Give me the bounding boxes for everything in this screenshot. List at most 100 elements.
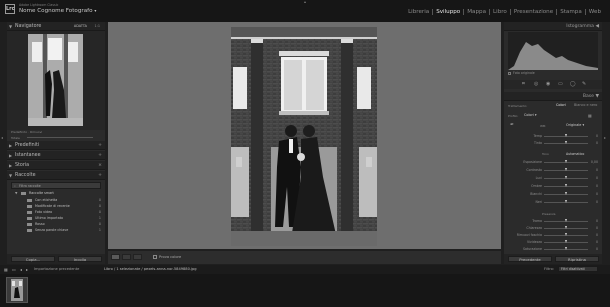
softproof-checkbox[interactable]: [153, 255, 157, 259]
add-icon[interactable]: +: [98, 143, 102, 148]
navigator-header[interactable]: ▼ Navigatore ADATTA 1:1: [7, 22, 105, 31]
slider-row[interactable]: Vividezza 0: [508, 240, 598, 245]
loupe-view-icon[interactable]: [111, 254, 120, 260]
slider-knob[interactable]: [564, 240, 567, 243]
slider-row[interactable]: Rimuovi foschia 0: [508, 233, 598, 238]
brush-icon[interactable]: ✎: [582, 81, 586, 87]
slider-row[interactable]: Temp 0: [508, 134, 598, 139]
back-icon[interactable]: ◂: [20, 267, 22, 272]
filmstrip-thumbnail-cell[interactable]: [6, 277, 28, 303]
list-item[interactable]: Foto video 0: [27, 210, 103, 216]
add-icon[interactable]: +: [98, 153, 102, 158]
paste-settings-button[interactable]: Incolla: [58, 255, 102, 262]
list-item[interactable]: Con etichetta 0: [27, 198, 103, 204]
slider-value[interactable]: 0: [596, 176, 598, 180]
slider-value[interactable]: 0: [596, 200, 598, 204]
treatment-bw-option[interactable]: Bianco e nero: [574, 103, 597, 107]
list-item[interactable]: Rosso 0: [27, 222, 103, 228]
slider-knob[interactable]: [564, 184, 567, 187]
collections-header[interactable]: ▼ Raccolte +: [7, 171, 105, 180]
slider-knob[interactable]: [564, 233, 567, 236]
slider-knob[interactable]: [564, 200, 567, 203]
slider-knob[interactable]: [564, 141, 567, 144]
slider-row[interactable]: Bianchi 0: [508, 192, 598, 197]
module-libro[interactable]: Libro: [489, 9, 510, 15]
slider-value[interactable]: 0: [596, 240, 598, 244]
slider-value[interactable]: 0: [596, 184, 598, 188]
slider-value[interactable]: 0: [596, 247, 598, 251]
screen-icon[interactable]: ▭: [12, 267, 16, 272]
slider-value[interactable]: 0,00: [591, 160, 598, 164]
histogram[interactable]: [508, 32, 598, 70]
profile-select[interactable]: Colori ▾: [524, 113, 537, 117]
slider-row[interactable]: Ombre 0: [508, 184, 598, 189]
previous-button[interactable]: Precedente: [508, 255, 552, 262]
histogram-header[interactable]: Istogramma ◀: [504, 22, 602, 31]
navigator-preview-area[interactable]: [7, 31, 105, 130]
module-sviluppo[interactable]: Sviluppo: [432, 9, 463, 15]
history-header[interactable]: ▶ Storia ×: [7, 161, 105, 170]
list-item[interactable]: Senza parole chiave 1: [27, 228, 103, 234]
gradient-filter-icon[interactable]: ▭: [558, 81, 563, 87]
module-stampa[interactable]: Stampa: [556, 9, 585, 15]
before-after-icon[interactable]: [122, 254, 131, 260]
slider-row[interactable]: Saturazione 0: [508, 247, 598, 252]
module-libreria[interactable]: Libreria: [405, 9, 432, 15]
navigator-thumbnail[interactable]: [28, 34, 83, 126]
slider-knob[interactable]: [564, 134, 567, 137]
slider-knob[interactable]: [564, 160, 567, 163]
slider-row[interactable]: Esposizione 0,00: [508, 160, 598, 165]
red-eye-icon[interactable]: ◉: [546, 81, 550, 87]
wb-select[interactable]: Originale ▾: [566, 123, 584, 127]
forward-icon[interactable]: ▸: [26, 267, 28, 272]
slider-value[interactable]: 0: [596, 233, 598, 237]
crop-tool-icon[interactable]: ⌗: [522, 81, 525, 87]
slider-value[interactable]: 0: [596, 168, 598, 172]
copy-settings-button[interactable]: Copia...: [11, 255, 55, 262]
right-panel-toggle-icon[interactable]: ▸: [604, 135, 606, 140]
preset-amount-row[interactable]: Totale: [11, 135, 101, 140]
zoom-1to1-option[interactable]: 1:1: [95, 24, 100, 28]
slider-knob[interactable]: [564, 219, 567, 222]
module-web[interactable]: Web: [584, 9, 604, 15]
collections-filter-input[interactable]: ⌕ Filtra raccolte: [11, 182, 101, 189]
slider-row[interactable]: Luci 0: [508, 176, 598, 181]
slider-row[interactable]: Tinta 0: [508, 141, 598, 146]
left-panel-toggle-icon[interactable]: ◂: [1, 135, 3, 140]
slider-knob[interactable]: [564, 226, 567, 229]
list-item[interactable]: Modificate di recente 0: [27, 204, 103, 210]
close-icon[interactable]: ×: [98, 163, 102, 168]
slider-row[interactable]: Trama 0: [508, 219, 598, 224]
presets-header[interactable]: ▶ Predefiniti +: [7, 141, 105, 150]
radial-filter-icon[interactable]: ◯: [570, 81, 576, 87]
main-photo[interactable]: [231, 27, 377, 246]
slider-row[interactable]: Neri 0: [508, 200, 598, 205]
identity-plate[interactable]: Nome Cognome Fotografo ▾: [19, 8, 96, 14]
compare-icon[interactable]: [133, 254, 142, 260]
slider-value[interactable]: 0: [596, 226, 598, 230]
zoom-fit-option[interactable]: ADATTA: [74, 24, 87, 28]
reset-button[interactable]: Ripristina: [555, 255, 599, 262]
profile-browser-icon[interactable]: ▦: [588, 113, 592, 118]
filter-select[interactable]: Filtri disattivati: [558, 266, 598, 272]
panel-toggle-top-icon[interactable]: ▴: [302, 0, 308, 4]
slider-value[interactable]: 0: [596, 219, 598, 223]
slider-row[interactable]: Chiarezza 0: [508, 226, 598, 231]
image-loupe-view[interactable]: [108, 22, 501, 249]
slider-row[interactable]: Contrasto 0: [508, 168, 598, 173]
basic-header[interactable]: Base ▼: [504, 92, 602, 101]
module-mappa[interactable]: Mappa: [463, 9, 489, 15]
snapshots-header[interactable]: ▶ Istantanee +: [7, 151, 105, 160]
grid-view-icon[interactable]: ▦: [4, 267, 8, 272]
slider-value[interactable]: 0: [596, 141, 598, 145]
smart-collections-set[interactable]: ▼ Raccolte smart: [15, 191, 103, 197]
slider-knob[interactable]: [564, 176, 567, 179]
add-icon[interactable]: +: [98, 173, 102, 178]
slider-knob[interactable]: [564, 168, 567, 171]
slider-knob[interactable]: [564, 247, 567, 250]
list-item[interactable]: Ultimo importato 1: [27, 216, 103, 222]
treatment-color-option[interactable]: Colori: [556, 103, 566, 107]
auto-tone-button[interactable]: Automatico: [566, 152, 584, 156]
wb-eyedropper-icon[interactable]: ✒: [510, 122, 514, 128]
import-source-label[interactable]: Importazione precedente: [34, 267, 79, 271]
